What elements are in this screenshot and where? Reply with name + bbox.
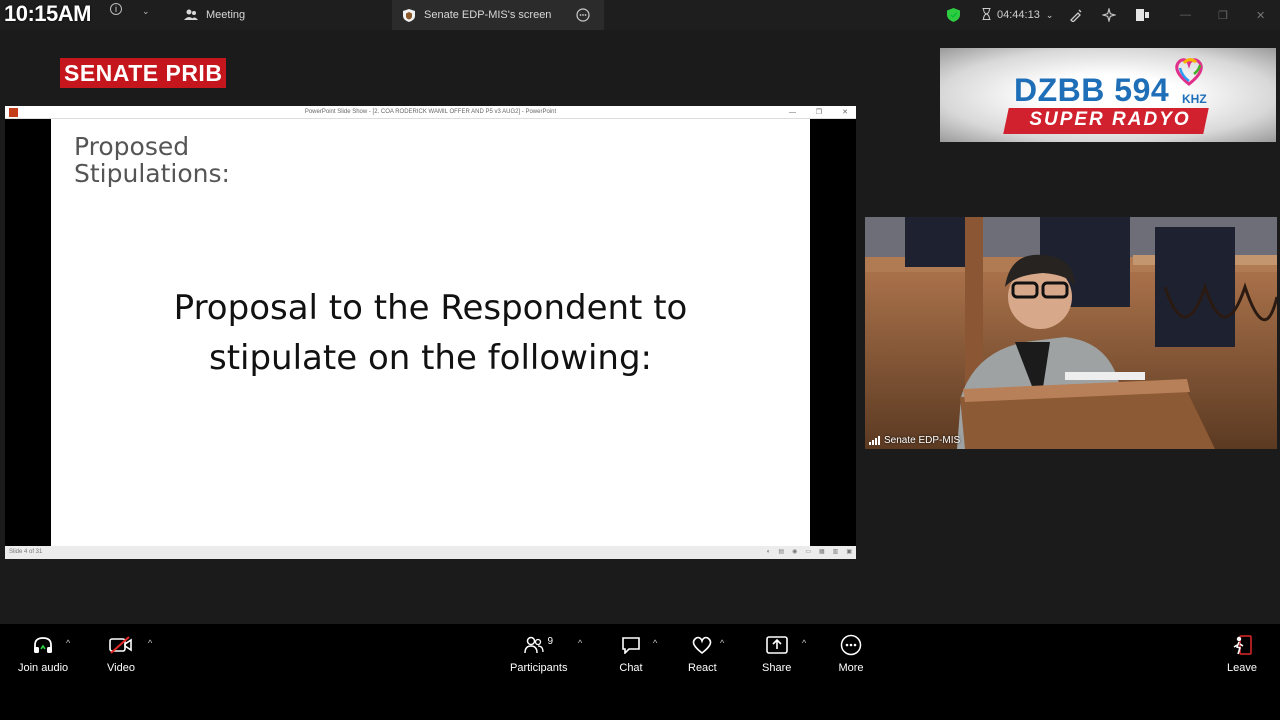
slide-heading-line-2: Stipulations: bbox=[74, 159, 230, 188]
more-options-icon[interactable] bbox=[576, 0, 590, 30]
sorter-view-icon[interactable]: ▦ bbox=[819, 546, 825, 559]
share-button[interactable]: Share bbox=[762, 632, 791, 674]
broadcast-logo: DZBB 594 KHZ SUPER RADYO bbox=[940, 48, 1276, 142]
clock-overlay: 10:15AM bbox=[4, 1, 91, 26]
join-audio-label: Join audio bbox=[18, 662, 69, 674]
slide-heading: Proposed Stipulations: bbox=[74, 133, 230, 187]
shield-badge-icon bbox=[402, 8, 416, 22]
slide-heading-line-1: Proposed bbox=[74, 132, 190, 161]
video-off-icon bbox=[108, 632, 134, 658]
tab-meeting-label: Meeting bbox=[206, 9, 246, 21]
minimize-icon[interactable]: — bbox=[789, 106, 796, 119]
hourglass-icon bbox=[982, 7, 991, 23]
participants-icon: 9 bbox=[519, 632, 559, 658]
react-label: React bbox=[688, 662, 717, 674]
participants-options-caret[interactable]: ^ bbox=[578, 638, 582, 648]
more-label: More bbox=[838, 662, 864, 674]
video-options-caret[interactable]: ^ bbox=[148, 638, 152, 648]
chat-options-caret[interactable]: ^ bbox=[653, 638, 657, 648]
shared-screen[interactable]: PowerPoint Slide Show - [2. COA RODERICK… bbox=[5, 106, 856, 559]
chevron-down-icon: ⌄ bbox=[1045, 9, 1054, 20]
headphones-icon bbox=[30, 632, 56, 658]
powerpoint-icon bbox=[9, 108, 18, 117]
participant-label: Senate EDP-MIS bbox=[869, 435, 960, 446]
more-button[interactable]: More bbox=[838, 632, 864, 674]
notes-icon[interactable]: ▤ bbox=[778, 546, 784, 559]
info-icon[interactable]: i bbox=[110, 3, 122, 15]
powerpoint-status-bar: Slide 4 of 31 ◐ ▤ ◉ ▭ ▦ ▥ ▣ bbox=[5, 546, 856, 559]
meeting-toolbar: Join audio ^ Video ^ 9 Participants ^ Ch… bbox=[0, 624, 1280, 720]
video-tile[interactable]: Senate EDP-MIS bbox=[865, 217, 1277, 449]
chat-icon bbox=[618, 632, 644, 658]
window-title: PowerPoint Slide Show - [2. COA RODERICK… bbox=[304, 109, 557, 115]
participants-count: 9 bbox=[547, 635, 554, 647]
timer[interactable]: 04:44:13 ⌄ bbox=[982, 0, 1053, 30]
more-icon bbox=[838, 632, 864, 658]
chat-button[interactable]: Chat bbox=[618, 632, 644, 674]
leave-button[interactable]: Leave bbox=[1227, 632, 1257, 674]
participants-icon bbox=[184, 8, 198, 22]
tab-shared-screen[interactable]: Senate EDP-MIS's screen bbox=[392, 0, 604, 30]
close-icon[interactable]: ✕ bbox=[842, 106, 848, 119]
logo-tagline: SUPER RADYO bbox=[1029, 109, 1191, 130]
meeting-window: 10:15AM i ⌄ Meeting Senate EDP-MIS's scr… bbox=[0, 0, 1280, 720]
annotate-icon[interactable] bbox=[1069, 0, 1083, 30]
heart-icon bbox=[689, 632, 715, 658]
chat-label: Chat bbox=[619, 662, 643, 674]
participants-label: Participants bbox=[510, 662, 568, 674]
react-button[interactable]: React bbox=[688, 632, 717, 674]
leave-icon bbox=[1229, 632, 1255, 658]
restore-icon[interactable]: ❐ bbox=[816, 106, 822, 119]
view-controls[interactable]: ◐ ▤ ◉ ▭ ▦ ▥ ▣ bbox=[767, 546, 852, 559]
slide-counter: Slide 4 of 31 bbox=[9, 549, 43, 555]
react-options-caret[interactable]: ^ bbox=[720, 638, 724, 648]
slide-body-line-1: Proposal to the Respondent to bbox=[173, 288, 688, 328]
sparkle-icon[interactable] bbox=[1102, 0, 1116, 30]
powerpoint-titlebar: PowerPoint Slide Show - [2. COA RODERICK… bbox=[5, 106, 856, 119]
channel-badge: SENATE PRIB bbox=[60, 58, 227, 88]
share-options-caret[interactable]: ^ bbox=[802, 638, 806, 648]
tab-screen-label: Senate EDP-MIS's screen bbox=[424, 9, 552, 21]
minimize-icon[interactable]: — bbox=[1180, 0, 1191, 30]
view-layout-icon[interactable] bbox=[1136, 0, 1149, 30]
reading-view-icon[interactable]: ▥ bbox=[833, 546, 839, 559]
heart-logo-icon bbox=[1175, 58, 1203, 86]
encryption-shield-icon[interactable] bbox=[947, 0, 960, 30]
slide-body: Proposal to the Respondent to stipulate … bbox=[27, 283, 834, 383]
slide: Proposed Stipulations: Proposal to the R… bbox=[51, 119, 810, 551]
participant-name: Senate EDP-MIS bbox=[884, 435, 961, 446]
audio-options-caret[interactable]: ^ bbox=[66, 638, 70, 648]
join-audio-button[interactable]: Join audio bbox=[18, 632, 68, 674]
leave-label: Leave bbox=[1227, 662, 1257, 674]
tab-meeting[interactable]: Meeting bbox=[174, 0, 392, 30]
timer-value: 04:44:13 bbox=[997, 9, 1040, 21]
slide-body-line-2: stipulate on the following: bbox=[208, 338, 653, 378]
chevron-down-icon[interactable]: ⌄ bbox=[142, 6, 150, 17]
slideshow-view-icon[interactable]: ▣ bbox=[846, 546, 852, 559]
video-feed bbox=[865, 217, 1277, 449]
signal-strength-icon bbox=[869, 436, 880, 445]
comments-icon[interactable]: ◉ bbox=[792, 546, 797, 559]
restore-icon[interactable]: ❐ bbox=[1218, 0, 1228, 30]
share-label: Share bbox=[762, 662, 792, 674]
video-label: Video bbox=[107, 662, 135, 674]
normal-view-icon[interactable]: ▭ bbox=[805, 546, 811, 559]
video-button[interactable]: Video bbox=[107, 632, 135, 674]
logo-title: DZBB 594 bbox=[1014, 72, 1170, 108]
top-bar: 10:15AM i ⌄ Meeting Senate EDP-MIS's scr… bbox=[0, 0, 1280, 30]
participants-button[interactable]: 9 Participants bbox=[510, 632, 568, 675]
close-icon[interactable]: ✕ bbox=[1256, 0, 1265, 30]
share-screen-icon bbox=[764, 632, 790, 658]
logo-unit: KHZ bbox=[1182, 92, 1207, 106]
accessibility-icon[interactable]: ◐ bbox=[767, 546, 771, 559]
